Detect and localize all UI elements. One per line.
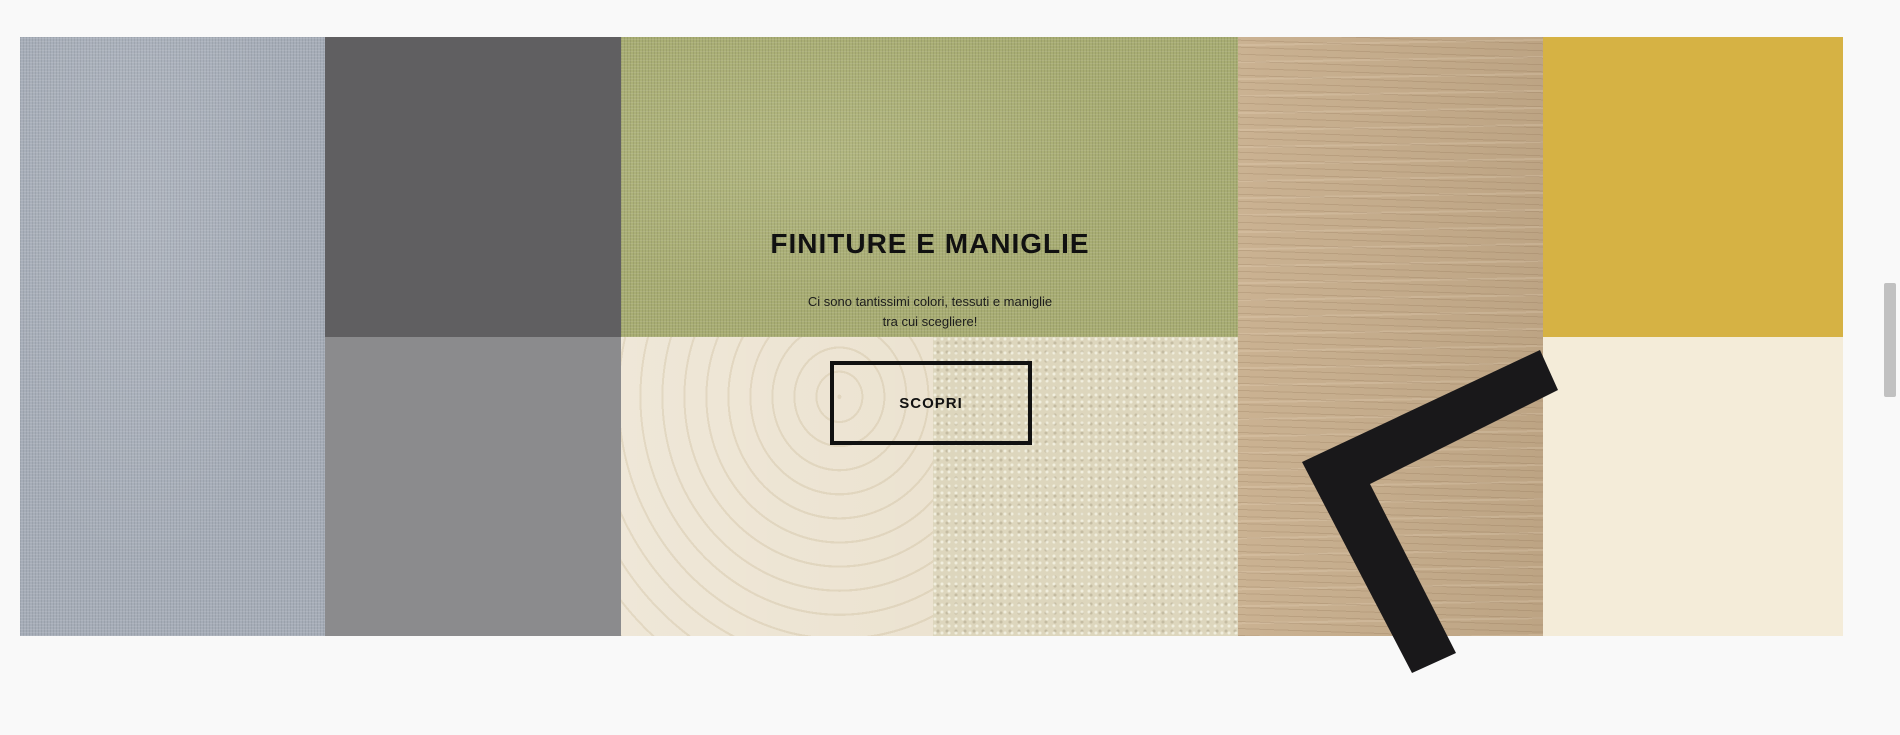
scrollbar-thumb[interactable] xyxy=(1884,283,1896,397)
page: FINITURE E MANIGLIE Ci sono tantissimi c… xyxy=(0,0,1900,735)
angle-handle-icon xyxy=(1302,350,1558,673)
vertical-scrollbar[interactable] xyxy=(1880,0,1900,735)
handle-shape xyxy=(1302,350,1558,673)
